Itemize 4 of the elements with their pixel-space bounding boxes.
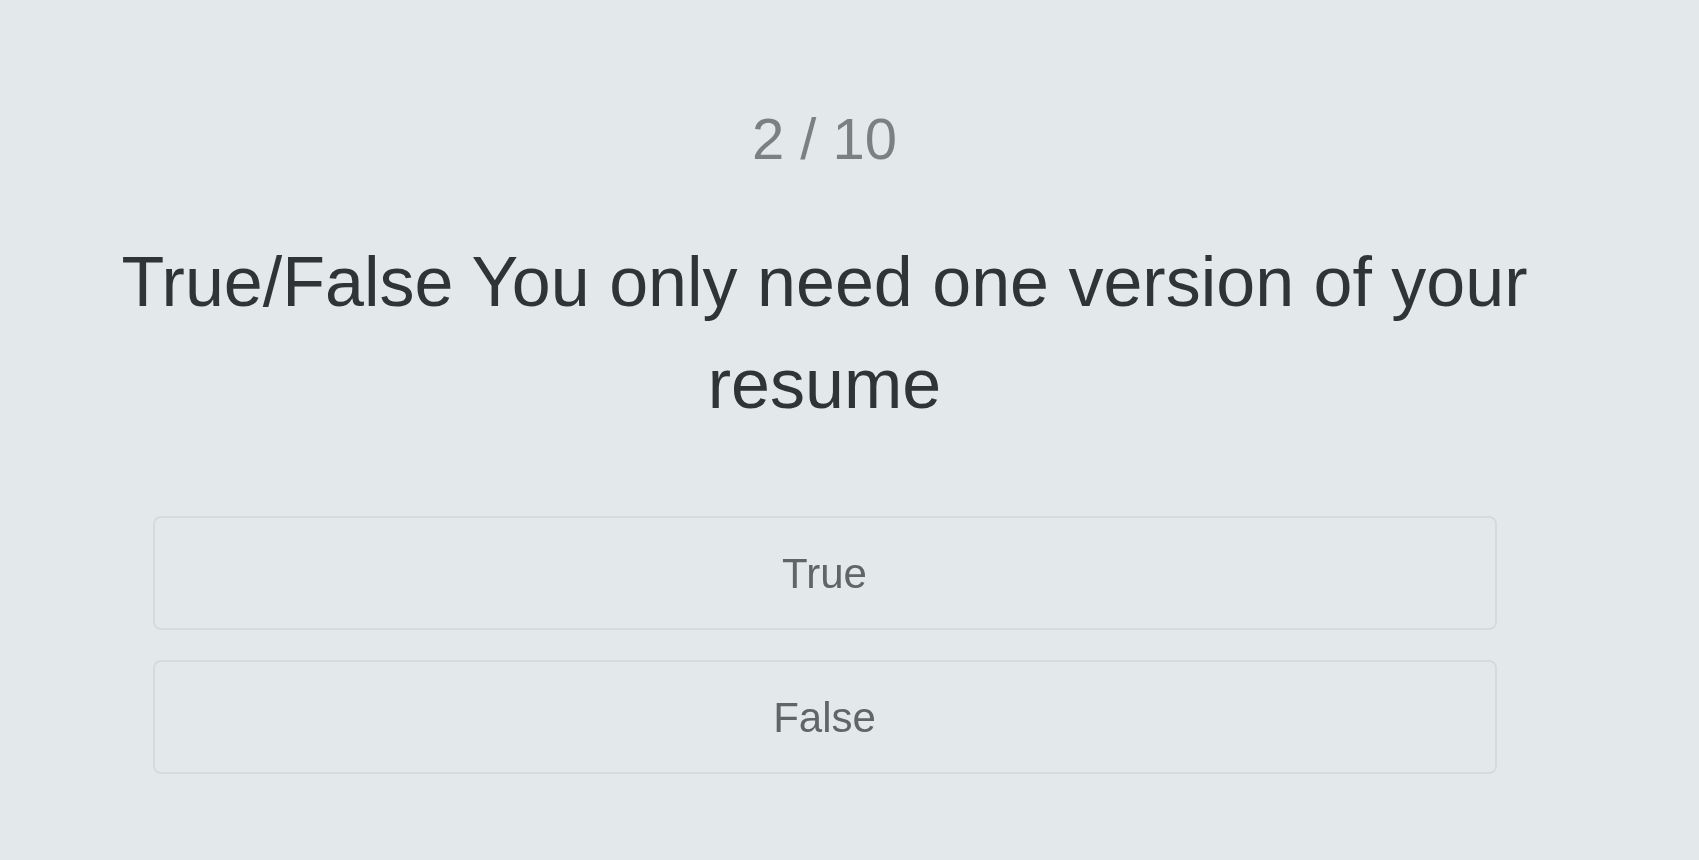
question-text: True/False You only need one version of your resume	[120, 242, 1529, 425]
answer-option[interactable]: False	[152, 660, 1497, 774]
question-counter: 2 / 10	[751, 110, 898, 168]
answer-option[interactable]: True	[152, 516, 1497, 630]
